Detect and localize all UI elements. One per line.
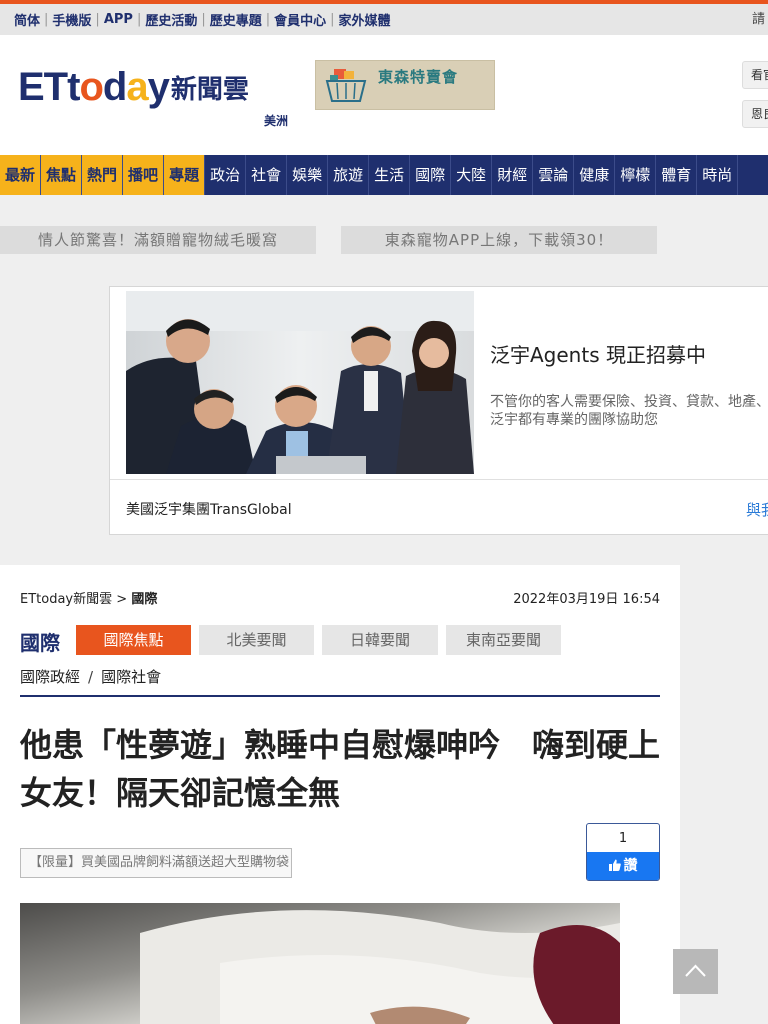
topbar-link-past-events[interactable]: 歷史活動 [145, 10, 197, 29]
article-promo-link[interactable]: 【限量】買美國品牌飼料滿額送超大型購物袋 [20, 848, 292, 878]
nav-item-topics[interactable]: 專題 [164, 155, 206, 195]
section-title[interactable]: 國際 [20, 627, 60, 656]
article-tags: 國際政經 / 國際社會 [20, 666, 161, 687]
nav-item-international[interactable]: 國際 [410, 155, 452, 195]
site-header: ETtoday 新聞雲 美洲 東森特賣會 看官 恩良 [0, 35, 768, 155]
nav-item-lemon[interactable]: 檸檬 [615, 155, 657, 195]
nav-item-entertainment[interactable]: 娛樂 [287, 155, 329, 195]
article-panel: ETtoday新聞雲 > 國際 2022年03月19日 16:54 國際 國際焦… [0, 565, 680, 1024]
topbar-link-mobile[interactable]: 手機版 [52, 10, 91, 29]
subtab-japan-korea[interactable]: 日韓要聞 [322, 625, 438, 655]
nav-item-hot[interactable]: 熱門 [82, 155, 124, 195]
main-nav: 最新 焦點 熱門 播吧 專題 政治 社會 娛樂 旅遊 生活 國際 大陸 財經 雲… [0, 155, 768, 195]
ad-title[interactable]: 泛宇Agents 現正招募中 [490, 339, 706, 368]
nav-item-finance[interactable]: 財經 [492, 155, 534, 195]
ad-photo [126, 291, 474, 474]
ad-company-name: 美國泛宇集團TransGlobal [126, 502, 292, 518]
nav-item-life[interactable]: 生活 [369, 155, 411, 195]
site-logo[interactable]: ETtoday 新聞雲 [18, 65, 249, 109]
breadcrumb-current[interactable]: 國際 [131, 592, 157, 607]
subtab-southeast-asia[interactable]: 東南亞要聞 [446, 625, 561, 655]
nav-item-fashion[interactable]: 時尚 [697, 155, 739, 195]
article-headline: 他患「性夢遊」熟睡中自慰爆呻吟 嗨到硬上女友！隔天卻記憶全無 [20, 726, 661, 812]
nav-item-travel[interactable]: 旅遊 [328, 155, 370, 195]
thumbs-up-icon [608, 859, 621, 871]
ad-description-line-1: 不管你的客人需要保險、投資、貸款、地產、 [490, 394, 768, 410]
topbar-link-simplified[interactable]: 简体 [14, 10, 40, 29]
promo-bar-left[interactable]: 情人節驚喜！滿額贈寵物絨毛暖窩 [0, 226, 316, 254]
header-banner-ad[interactable]: 東森特賣會 [315, 60, 495, 110]
breadcrumb: ETtoday新聞雲 > 國際 [20, 588, 157, 607]
banner-text: 東森特賣會 [378, 68, 459, 86]
tag-intl-politics[interactable]: 國際政經 [20, 668, 80, 686]
topbar-link-past-topics[interactable]: 歷史專題 [210, 10, 262, 29]
subtab-intl-focus[interactable]: 國際焦點 [76, 625, 191, 655]
article-date: 2022年03月19日 16:54 [513, 592, 660, 607]
tag-separator: / [88, 668, 94, 686]
nav-item-health[interactable]: 健康 [574, 155, 616, 195]
ad-divider [110, 479, 768, 480]
nav-item-society[interactable]: 社會 [246, 155, 288, 195]
header-side-button-2[interactable]: 恩良 [742, 100, 768, 128]
header-side-button-1[interactable]: 看官 [742, 61, 768, 89]
topbar-link-member-center[interactable]: 會員中心 [274, 10, 326, 29]
nav-item-broadcast[interactable]: 播吧 [123, 155, 165, 195]
topbar-right-text[interactable]: 請 [752, 4, 768, 35]
nav-item-politics[interactable]: 政治 [205, 155, 247, 195]
subtab-north-america[interactable]: 北美要聞 [199, 625, 314, 655]
topbar-link-outdoor-media[interactable]: 家外媒體 [339, 10, 391, 29]
nav-item-latest[interactable]: 最新 [0, 155, 42, 195]
facebook-like-widget[interactable]: 1 讚 [586, 823, 660, 881]
like-button[interactable]: 讚 [587, 852, 659, 880]
chevron-up-icon [685, 964, 706, 977]
ad-cta-link[interactable]: 與我 [746, 499, 768, 520]
shopping-basket-icon [325, 69, 367, 102]
top-utility-bar: 简体 | 手機版 | APP | 歷史活動 | 歷史專題 | 會員中心 | 家外媒體 請 [0, 4, 768, 35]
like-label: 讚 [623, 858, 638, 874]
promo-bar-right[interactable]: 東森寵物APP上線，下載領30！ [341, 226, 657, 254]
nav-item-china[interactable]: 大陸 [451, 155, 493, 195]
tag-intl-society[interactable]: 國際社會 [101, 668, 161, 686]
article-lead-image [20, 903, 620, 1024]
ad-description-line-2: 泛宇都有專業的團隊協助您 [490, 412, 658, 428]
breadcrumb-home[interactable]: ETtoday新聞雲 [20, 592, 112, 607]
ad-description: 不管你的客人需要保險、投資、貸款、地產、 泛宇都有專業的團隊協助您 [490, 393, 768, 429]
sponsored-ad-card[interactable]: 泛宇Agents 現正招募中 不管你的客人需要保險、投資、貸款、地產、 泛宇都有… [109, 286, 768, 535]
like-count: 1 [618, 831, 628, 846]
breadcrumb-separator: > [116, 592, 128, 607]
nav-item-focus[interactable]: 焦點 [41, 155, 83, 195]
logo-chinese-text: 新聞雲 [170, 74, 249, 105]
nav-item-sports[interactable]: 體育 [656, 155, 698, 195]
header-rule [20, 695, 660, 697]
back-to-top-button[interactable] [673, 949, 718, 994]
region-label: 美洲 [264, 114, 289, 128]
nav-item-opinion[interactable]: 雲論 [533, 155, 575, 195]
topbar-link-app[interactable]: APP [104, 12, 133, 27]
